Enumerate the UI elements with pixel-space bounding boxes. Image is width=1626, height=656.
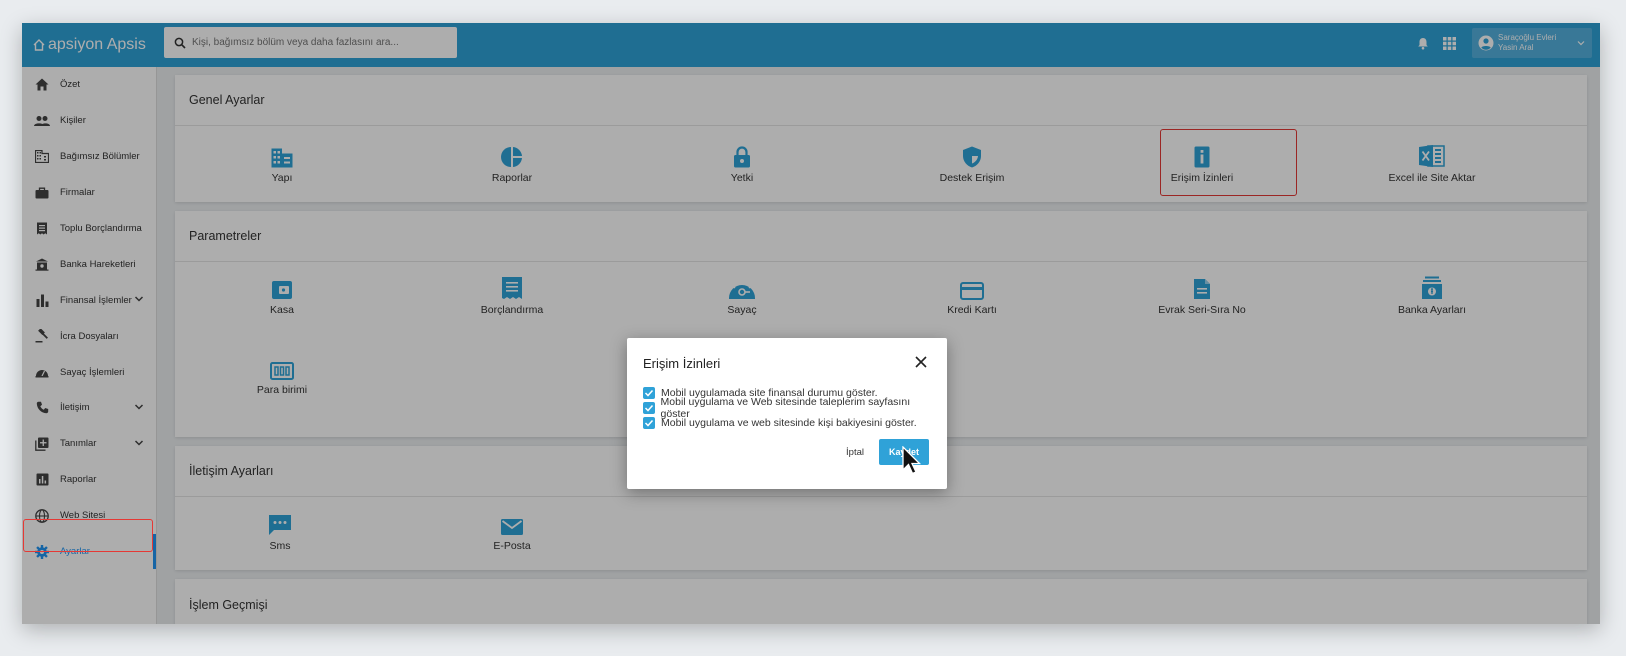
access-permissions-dialog: Erişim İzinleri Mobil uygulamada site fi… bbox=[627, 338, 947, 489]
checkbox-checked-icon[interactable] bbox=[643, 401, 655, 414]
option-label: Mobil uygulama ve web sitesinde kişi bak… bbox=[661, 416, 917, 429]
modal-overlay[interactable] bbox=[22, 23, 1600, 624]
options-list: Mobil uygulamada site finansal durumu gö… bbox=[643, 385, 931, 430]
close-icon[interactable] bbox=[913, 354, 929, 370]
checkbox-checked-icon[interactable] bbox=[643, 386, 655, 399]
mouse-pointer-icon bbox=[902, 446, 922, 475]
highlight-box bbox=[23, 519, 153, 552]
app-window: apsiyon Apsis Saraçoğlu Evleri Yasin Ara… bbox=[22, 23, 1600, 624]
option-row[interactable]: Mobil uygulama ve Web sitesinde talepler… bbox=[643, 396, 931, 420]
dialog-title: Erişim İzinleri bbox=[643, 356, 721, 371]
cancel-button[interactable]: İptal bbox=[846, 447, 864, 458]
option-row[interactable]: Mobil uygulama ve web sitesinde kişi bak… bbox=[643, 415, 931, 430]
checkbox-checked-icon[interactable] bbox=[643, 416, 655, 429]
